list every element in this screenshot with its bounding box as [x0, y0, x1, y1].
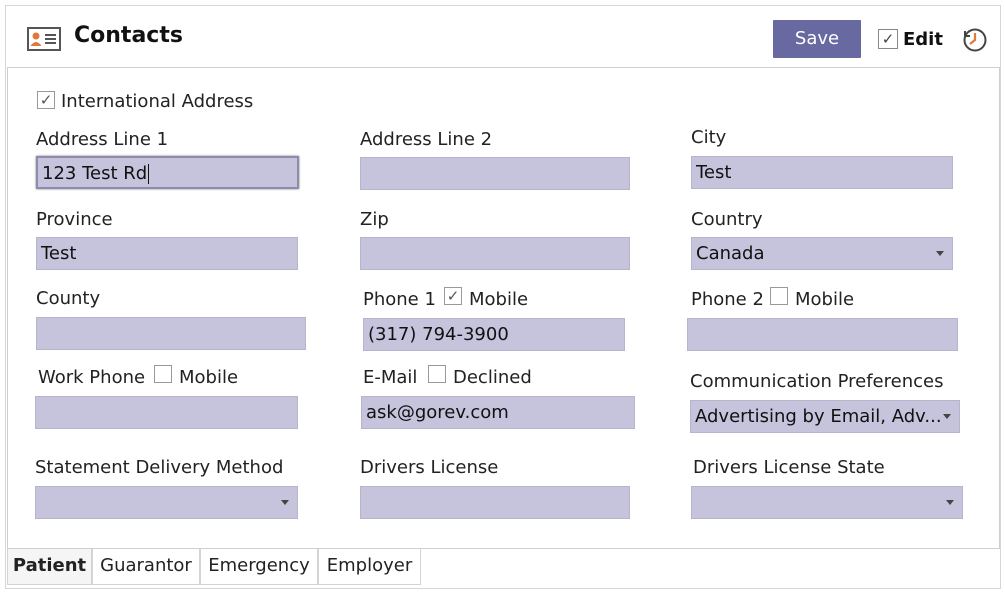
tab-patient[interactable]: Patient [7, 549, 92, 585]
phone-1-label: Phone 1 [363, 289, 436, 310]
statement-delivery-method-select[interactable] [35, 486, 298, 519]
phone-1-mobile-checkbox[interactable]: ✓ [444, 287, 462, 305]
work-phone-mobile-checkbox[interactable] [154, 365, 172, 383]
zip-input[interactable] [360, 237, 630, 270]
zip-label: Zip [360, 209, 389, 230]
phone-1-mobile-label: Mobile [469, 289, 529, 310]
country-select[interactable]: Canada [691, 237, 953, 270]
clock-history-icon[interactable] [962, 27, 988, 53]
international-address-label: International Address [61, 91, 254, 112]
communication-preferences-select[interactable]: Advertising by Email, Adv... [690, 400, 960, 433]
phone-2-mobile-checkbox[interactable] [770, 287, 788, 305]
work-phone-input[interactable] [35, 396, 298, 429]
chevron-down-icon [281, 500, 289, 505]
tab-guarantor[interactable]: Guarantor [92, 549, 200, 585]
contacts-window: Contacts Save ✓ Edit ✓ International Add… [5, 5, 1001, 589]
email-label: E-Mail [363, 367, 418, 388]
city-input[interactable]: Test [691, 156, 953, 189]
phone-2-label: Phone 2 [691, 289, 764, 310]
email-declined-checkbox[interactable] [428, 365, 446, 383]
communication-preferences-value: Advertising by Email, Adv... [695, 406, 942, 427]
address-line-1-input[interactable]: 123 Test Rd [36, 156, 299, 189]
work-phone-label: Work Phone [38, 367, 146, 388]
drivers-license-input[interactable] [360, 486, 630, 519]
email-declined-label: Declined [453, 367, 532, 388]
drivers-license-state-label: Drivers License State [693, 457, 885, 478]
edit-checkbox[interactable]: ✓ [878, 29, 898, 49]
drivers-license-label: Drivers License [360, 457, 499, 478]
country-label: Country [691, 209, 763, 230]
address-line-1-value: 123 Test Rd [42, 163, 148, 184]
statement-delivery-method-label: Statement Delivery Method [35, 457, 284, 478]
county-label: County [36, 288, 101, 309]
county-input[interactable] [36, 317, 306, 350]
phone-2-mobile-label: Mobile [795, 289, 855, 310]
phone-1-input[interactable]: (317) 794-3900 [363, 318, 625, 351]
contact-form-panel: ✓ International Address Address Line 1 1… [7, 67, 1000, 549]
country-value: Canada [696, 243, 765, 264]
edit-label: Edit [903, 29, 943, 50]
contact-card-icon [27, 27, 61, 51]
work-phone-mobile-label: Mobile [179, 367, 239, 388]
header: Contacts Save ✓ Edit [6, 6, 1000, 68]
city-label: City [691, 127, 727, 148]
chevron-down-icon [936, 251, 944, 256]
email-input[interactable]: ask@gorev.com [361, 396, 635, 429]
phone-2-input[interactable] [687, 318, 958, 351]
province-input[interactable]: Test [36, 237, 298, 270]
save-button[interactable]: Save [773, 20, 861, 58]
address-line-2-input[interactable] [360, 157, 630, 190]
drivers-license-state-select[interactable] [691, 486, 963, 519]
chevron-down-icon [946, 500, 954, 505]
communication-preferences-label: Communication Preferences [690, 371, 944, 392]
page-title: Contacts [74, 23, 183, 48]
text-cursor [148, 164, 150, 184]
tab-employer[interactable]: Employer [318, 549, 421, 585]
address-line-1-label: Address Line 1 [36, 129, 169, 150]
international-address-checkbox[interactable]: ✓ [37, 91, 55, 109]
tab-emergency[interactable]: Emergency [200, 549, 318, 585]
chevron-down-icon [943, 414, 951, 419]
province-label: Province [36, 209, 113, 230]
address-line-2-label: Address Line 2 [360, 129, 493, 150]
